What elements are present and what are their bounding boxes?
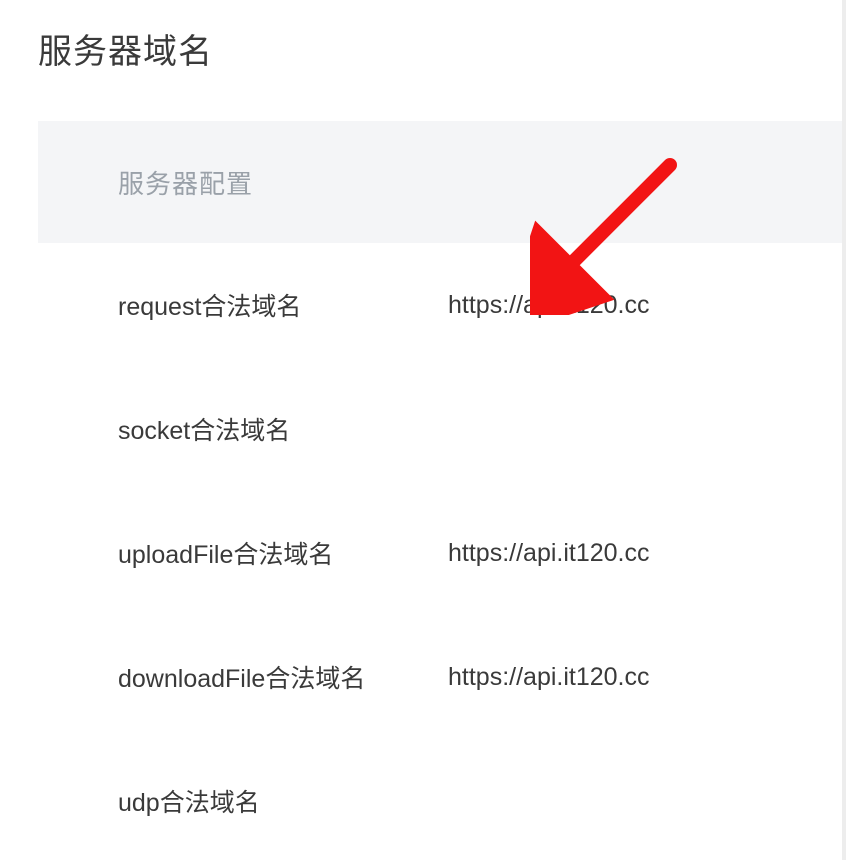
row-downloadfile-domain: downloadFile合法域名 https://api.it120.cc: [118, 615, 846, 739]
row-socket-domain: socket合法域名: [118, 367, 846, 491]
server-config-panel: 服务器配置 request合法域名 https://api.it120.cc s…: [38, 121, 846, 863]
row-value: https://api.it120.cc: [448, 291, 650, 320]
row-label: uploadFile合法域名: [118, 535, 448, 571]
row-value: https://api.it120.cc: [448, 539, 650, 568]
row-label: udp合法域名: [118, 783, 448, 819]
row-label: downloadFile合法域名: [118, 659, 448, 695]
row-label: request合法域名: [118, 287, 448, 323]
row-value: https://api.it120.cc: [448, 663, 650, 692]
row-request-domain: request合法域名 https://api.it120.cc: [118, 243, 846, 367]
page-title: 服务器域名: [0, 0, 846, 73]
row-udp-domain: udp合法域名: [118, 739, 846, 863]
panel-header-label: 服务器配置: [118, 164, 253, 201]
panel-right-edge: [842, 0, 846, 860]
panel-header: 服务器配置: [38, 121, 846, 243]
page-root: 服务器域名 服务器配置 request合法域名 https://api.it12…: [0, 0, 846, 860]
row-uploadfile-domain: uploadFile合法域名 https://api.it120.cc: [118, 491, 846, 615]
row-label: socket合法域名: [118, 411, 448, 447]
config-rows: request合法域名 https://api.it120.cc socket合…: [38, 243, 846, 863]
